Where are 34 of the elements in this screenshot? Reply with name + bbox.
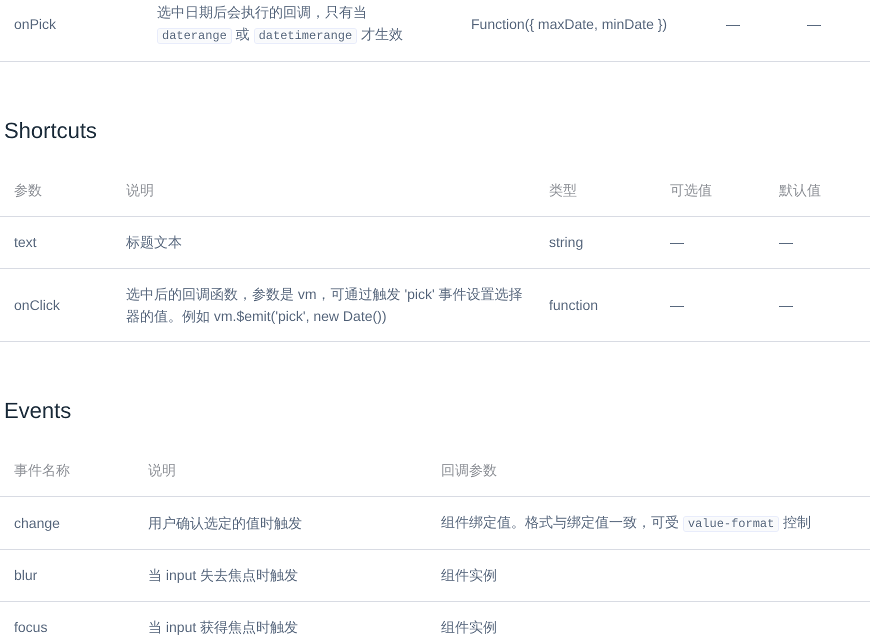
- table-cell-text: onClick: [14, 296, 61, 315]
- section-heading: Events: [4, 398, 72, 424]
- table-cell-text: —: [807, 15, 822, 34]
- table-cell-text: 组件绑定值。格式与绑定值一致，可受 value-format 控制: [441, 512, 812, 534]
- table-cell-text: —: [670, 233, 685, 252]
- table-cell-text: 组件实例: [441, 618, 498, 638]
- column-header: 参数: [14, 182, 42, 198]
- table-cell-text: focus: [14, 618, 48, 638]
- column-header: 事件名称: [14, 462, 70, 478]
- column-header: 说明: [148, 462, 176, 478]
- table-cell-text: —: [779, 233, 794, 252]
- table-cell-text: —: [726, 15, 741, 34]
- column-header: 默认值: [779, 182, 821, 198]
- table-cell-text: 当 input 获得焦点时触发: [148, 618, 300, 638]
- table-cell-text: text: [14, 233, 38, 252]
- table-cell-text: Function({ maxDate, minDate }): [471, 15, 668, 34]
- table-cell-text: 用户确认选定的值时触发: [148, 514, 303, 533]
- section-heading: Shortcuts: [4, 118, 98, 144]
- table-cell-text: blur: [14, 566, 38, 586]
- column-header: 回调参数: [441, 462, 497, 478]
- table-cell-text: change: [14, 514, 61, 533]
- table-cell-text: function: [549, 296, 600, 315]
- table-cell-text: onPick: [14, 15, 58, 34]
- table-cell-text: 当 input 失去焦点时触发: [148, 566, 300, 586]
- table-cell-text: 选中后的回调函数，参数是 vm，可通过触发 'pick' 事件设置选择器的值。例如 vm.$emit('pick', new Date()): [126, 284, 524, 326]
- column-header: 类型: [549, 182, 577, 198]
- table-cell-text: 组件实例: [441, 566, 498, 586]
- table-cell-text: 标题文本: [126, 233, 183, 252]
- table-cell-text: 选中日期后会执行的回调，只有当 daterange 或 datetimerange 才生效: [157, 3, 404, 46]
- table-cell-text: —: [779, 296, 794, 315]
- table-cell-text: —: [670, 296, 685, 315]
- table-cell-text: string: [549, 233, 584, 252]
- column-header: 可选值: [670, 182, 712, 198]
- column-header: 说明: [126, 182, 154, 198]
